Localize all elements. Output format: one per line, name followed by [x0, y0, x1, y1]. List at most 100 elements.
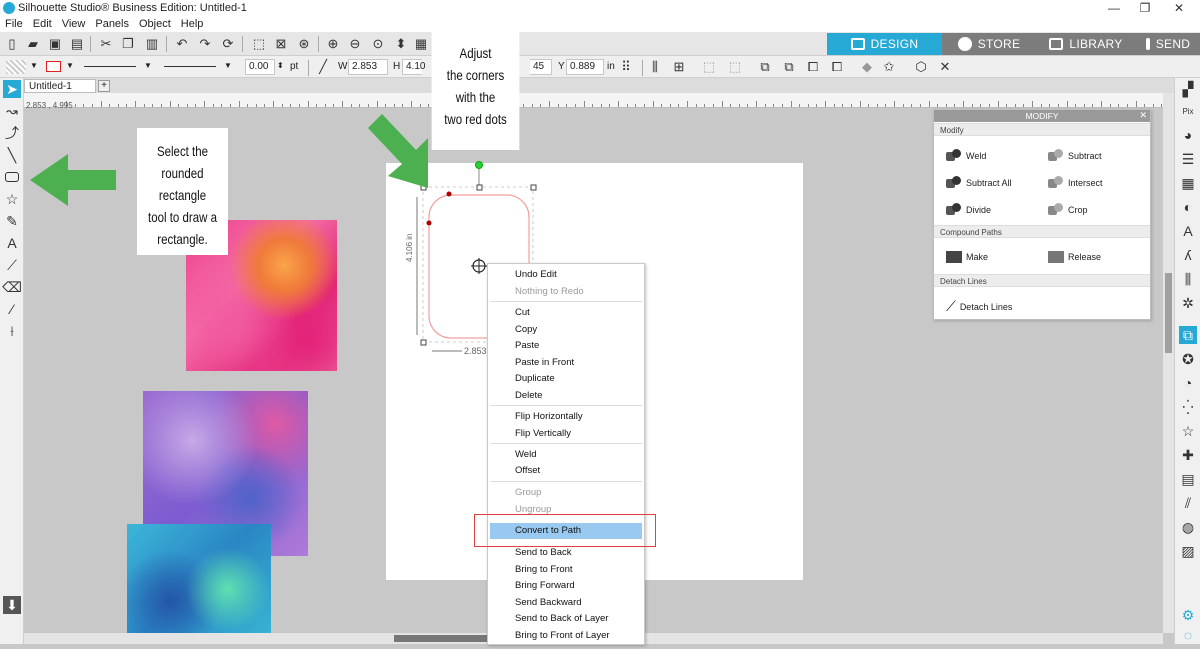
arrange-back-icon[interactable]: ⧉: [756, 58, 774, 76]
trace-icon[interactable]: ◔: [1179, 374, 1197, 392]
menu-item-delete[interactable]: Delete: [515, 390, 542, 401]
ungroup-icon[interactable]: ⬚: [726, 58, 744, 76]
layers-icon[interactable]: ▤: [1179, 470, 1197, 488]
tab-store[interactable]: STORE: [942, 33, 1036, 55]
reference-point-icon[interactable]: ⠿: [617, 58, 635, 76]
curve-tool-icon[interactable]: ⤴: [3, 124, 21, 142]
intersect-button[interactable]: Intersect: [1048, 176, 1103, 189]
menu-item-bring-forward[interactable]: Bring Forward: [515, 580, 575, 591]
menu-item-undo-edit[interactable]: Undo Edit: [515, 269, 557, 280]
rounded-rectangle-icon[interactable]: [3, 168, 21, 186]
menu-item-send-to-back[interactable]: Send to Back: [515, 547, 572, 558]
knife-icon[interactable]: ⁄: [3, 300, 21, 318]
menu-help[interactable]: Help: [176, 17, 209, 30]
new-file-icon[interactable]: ▯: [3, 35, 21, 53]
divide-button[interactable]: Divide: [946, 203, 991, 216]
x-input[interactable]: 45: [530, 59, 552, 75]
crop-button[interactable]: Crop: [1048, 203, 1088, 216]
menu-item-duplicate[interactable]: Duplicate: [515, 373, 555, 384]
fit-to-page-icon[interactable]: ▦: [412, 35, 430, 53]
menu-item-flip-horizontally[interactable]: Flip Horizontally: [515, 411, 583, 422]
undo-icon[interactable]: ↶: [173, 35, 191, 53]
menu-view[interactable]: View: [57, 17, 91, 30]
release-compound-button[interactable]: Release: [1048, 251, 1101, 263]
line-style-select[interactable]: [84, 66, 136, 67]
menu-item-offset[interactable]: Offset: [515, 465, 540, 476]
select-all-icon[interactable]: ⬚: [250, 35, 268, 53]
line-join-dropdown-icon[interactable]: ▼: [224, 61, 232, 70]
star-shape-icon[interactable]: ✩: [880, 58, 898, 76]
line-style-icon[interactable]: ☰: [1179, 150, 1197, 168]
menu-item-flip-vertically[interactable]: Flip Vertically: [515, 428, 571, 439]
close-icon[interactable]: ✕: [1139, 110, 1147, 121]
line-color-dropdown-icon[interactable]: ▼: [66, 61, 74, 70]
text-to-path-icon[interactable]: ʎ: [1179, 246, 1197, 264]
line-width-input[interactable]: 0.00: [245, 59, 275, 75]
minimize-icon[interactable]: —: [1099, 0, 1129, 17]
transparency-icon[interactable]: ◐: [1179, 198, 1197, 216]
save-icon[interactable]: ▣: [46, 35, 64, 53]
tab-design[interactable]: DESIGN: [827, 33, 942, 55]
select-by-color-icon[interactable]: ⊛: [295, 35, 313, 53]
line-color-swatch[interactable]: [46, 61, 61, 72]
refresh-icon[interactable]: ⟳: [219, 35, 237, 53]
point-edit-icon[interactable]: ↝: [3, 102, 21, 120]
line-draw-icon[interactable]: ╲: [3, 146, 21, 164]
arrange-front-icon[interactable]: ⧉: [780, 58, 798, 76]
puzzle-icon[interactable]: ✚: [1179, 446, 1197, 464]
fill-swatch[interactable]: [6, 60, 26, 74]
document-tab[interactable]: Untitled-1: [24, 79, 96, 93]
eraser-icon[interactable]: ⌫: [2, 278, 22, 296]
weld-button[interactable]: Weld: [946, 149, 986, 162]
hatch-icon[interactable]: ⫽: [1179, 494, 1197, 512]
fill-palette-icon[interactable]: ◕: [1179, 126, 1197, 144]
menu-item-paste[interactable]: Paste: [515, 340, 539, 351]
make-compound-button[interactable]: Make: [946, 251, 988, 263]
line-width-stepper-icon[interactable]: ⬍: [277, 61, 284, 70]
fill-dropdown-icon[interactable]: ▼: [30, 61, 38, 70]
line-join-select[interactable]: [164, 66, 216, 67]
delete-x-icon[interactable]: ✕: [936, 58, 954, 76]
y-input[interactable]: 0.889: [566, 59, 604, 75]
tab-send[interactable]: SEND: [1136, 33, 1200, 55]
redo-icon[interactable]: ↷: [196, 35, 214, 53]
watercolor-blue-image[interactable]: [127, 524, 271, 633]
rhinestone-icon[interactable]: ☆: [1179, 422, 1197, 440]
zoom-in-icon[interactable]: ⊕: [324, 35, 342, 53]
globe-icon[interactable]: ◍: [1179, 518, 1197, 536]
copy-icon[interactable]: ❐: [119, 35, 137, 53]
menu-item-weld[interactable]: Weld: [515, 449, 536, 460]
pencil-icon[interactable]: ✎: [3, 212, 21, 230]
add-tab-button[interactable]: +: [98, 80, 110, 92]
pan-icon[interactable]: ⬍: [392, 35, 410, 53]
paste-icon[interactable]: ▥: [143, 35, 161, 53]
line-tool-icon[interactable]: ╱: [314, 58, 332, 76]
modify-panel-icon[interactable]: ⧉: [1179, 326, 1197, 344]
align-icon[interactable]: ⫼: [646, 58, 664, 76]
3d-box-icon[interactable]: ⬡: [912, 58, 930, 76]
menu-item-cut[interactable]: Cut: [515, 307, 530, 318]
menu-item-send-backward[interactable]: Send Backward: [515, 597, 582, 608]
replicate-icon[interactable]: ◆: [858, 58, 876, 76]
zoom-select-icon[interactable]: ⊙: [369, 35, 387, 53]
close-icon[interactable]: ✕: [1164, 0, 1194, 17]
menu-edit[interactable]: Edit: [28, 17, 57, 30]
menu-panels[interactable]: Panels: [90, 17, 134, 30]
menu-item-bring-to-front-of-layer[interactable]: Bring to Front of Layer: [515, 630, 610, 641]
menu-item-copy[interactable]: Copy: [515, 324, 537, 335]
fill-pattern-icon[interactable]: ▦: [1179, 174, 1197, 192]
settings-gear-icon[interactable]: ⚙: [1179, 606, 1197, 624]
deselect-icon[interactable]: ⊠: [272, 35, 290, 53]
eyedropper-icon[interactable]: ⟊: [3, 322, 21, 340]
knife-tool-icon[interactable]: ⟋: [3, 256, 21, 274]
maximize-icon[interactable]: ❐: [1130, 0, 1160, 17]
subtract-button[interactable]: Subtract: [1048, 149, 1102, 162]
height-input[interactable]: 4.10: [402, 59, 425, 75]
print-icon[interactable]: ▤: [68, 35, 86, 53]
menu-file[interactable]: File: [0, 17, 28, 30]
download-icon[interactable]: ⬇: [3, 596, 21, 614]
text-style-icon[interactable]: A: [1179, 222, 1197, 240]
line-style-dropdown-icon[interactable]: ▼: [144, 61, 152, 70]
menu-object[interactable]: Object: [134, 17, 176, 30]
center-icon[interactable]: ⊞: [670, 58, 688, 76]
